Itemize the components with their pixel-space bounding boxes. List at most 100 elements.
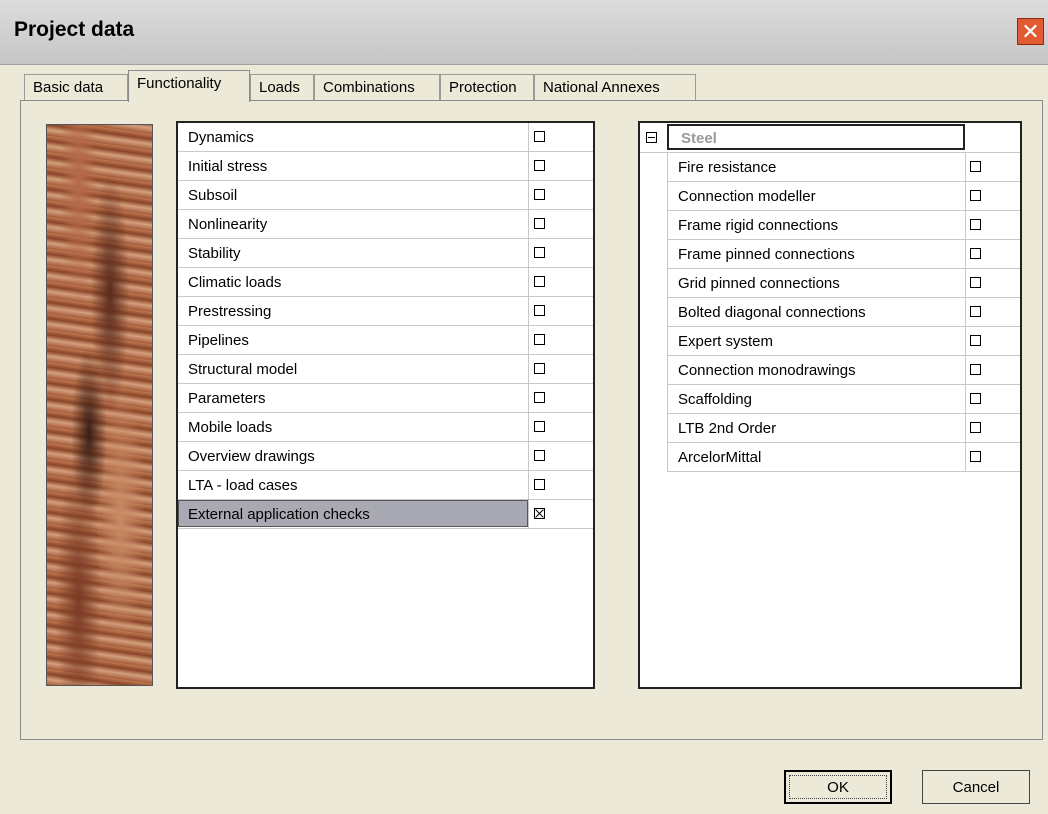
- function-checkbox[interactable]: [534, 334, 545, 345]
- function-label: Nonlinearity: [188, 216, 268, 233]
- tab-national-annexes[interactable]: National Annexes: [534, 74, 696, 100]
- steel-item-checkbox[interactable]: [970, 248, 981, 259]
- steel-item-label: Bolted diagonal connections: [678, 304, 866, 321]
- function-label: Overview drawings: [188, 448, 315, 465]
- steel-item-label: Frame pinned connections: [678, 246, 855, 263]
- steel-item-label: Scaffolding: [678, 391, 752, 408]
- function-label: Prestressing: [188, 303, 272, 320]
- steel-item-label: Grid pinned connections: [678, 275, 840, 292]
- tab-label: Combinations: [323, 79, 415, 96]
- function-checkbox[interactable]: [534, 218, 545, 229]
- tab-functionality[interactable]: Functionality: [128, 70, 250, 102]
- function-label: Parameters: [188, 390, 266, 407]
- close-icon: ✕: [1021, 18, 1040, 44]
- steel-item-row[interactable]: Bolted diagonal connections: [667, 298, 1020, 327]
- function-checkbox[interactable]: [534, 421, 545, 432]
- steel-item-checkbox[interactable]: [970, 393, 981, 404]
- steel-item-label: Expert system: [678, 333, 774, 350]
- dialog-title: Project data: [14, 18, 135, 41]
- steel-item-checkbox[interactable]: [970, 422, 981, 433]
- steel-item-label: LTB 2nd Order: [678, 420, 777, 437]
- steel-item-row[interactable]: Connection modeller: [667, 182, 1020, 211]
- function-label: Structural model: [188, 361, 298, 378]
- function-label: Subsoil: [188, 187, 238, 204]
- function-checkbox[interactable]: [534, 508, 545, 519]
- steel-item-checkbox[interactable]: [970, 306, 981, 317]
- steel-item-checkbox[interactable]: [970, 364, 981, 375]
- function-label: Dynamics: [188, 129, 254, 146]
- project-data-dialog: Project data ✕ Basic data Functionality Lo…: [0, 0, 1048, 814]
- steel-group-label: Steel: [681, 130, 717, 147]
- close-button[interactable]: ✕: [1017, 18, 1044, 45]
- tab-protection[interactable]: Protection: [440, 74, 534, 100]
- steel-item-label: Connection modeller: [678, 188, 816, 205]
- tab-label: Functionality: [137, 75, 222, 92]
- steel-item-checkbox[interactable]: [970, 219, 981, 230]
- steel-item-label: ArcelorMittal: [678, 449, 762, 466]
- tab-combinations[interactable]: Combinations: [314, 74, 440, 100]
- steel-item-row[interactable]: Fire resistance: [667, 153, 1020, 182]
- function-row[interactable]: Initial stress: [178, 152, 593, 181]
- function-row[interactable]: Parameters: [178, 384, 593, 413]
- tab-label: Protection: [449, 79, 517, 96]
- function-row[interactable]: LTA - load cases: [178, 471, 593, 500]
- functionality-list: Dynamics Initial stress Subsoil Nonlinearit…: [176, 121, 595, 689]
- function-row[interactable]: External application checks: [178, 500, 593, 529]
- function-checkbox[interactable]: [534, 450, 545, 461]
- steel-item-row[interactable]: Expert system: [667, 327, 1020, 356]
- tab-label: National Annexes: [543, 79, 660, 96]
- steel-item-row[interactable]: Scaffolding: [667, 385, 1020, 414]
- function-row[interactable]: Overview drawings: [178, 442, 593, 471]
- function-label: Climatic loads: [188, 274, 282, 291]
- steel-item-row[interactable]: Grid pinned connections: [667, 269, 1020, 298]
- steel-item-row[interactable]: Frame rigid connections: [667, 211, 1020, 240]
- tab-label: Basic data: [33, 79, 104, 96]
- function-row[interactable]: Pipelines: [178, 326, 593, 355]
- cancel-button[interactable]: Cancel: [922, 770, 1030, 804]
- steel-item-checkbox[interactable]: [970, 451, 981, 462]
- steel-item-row[interactable]: LTB 2nd Order: [667, 414, 1020, 443]
- title-bar: Project data ✕: [0, 0, 1048, 65]
- ok-button-label: OK: [827, 778, 849, 796]
- function-row[interactable]: Nonlinearity: [178, 210, 593, 239]
- function-checkbox[interactable]: [534, 363, 545, 374]
- function-label: External application checks: [188, 506, 370, 523]
- steel-group-box[interactable]: Steel: [667, 124, 965, 150]
- function-checkbox[interactable]: [534, 276, 545, 287]
- function-checkbox[interactable]: [534, 160, 545, 171]
- function-row[interactable]: Stability: [178, 239, 593, 268]
- cancel-button-label: Cancel: [952, 778, 1000, 796]
- function-checkbox[interactable]: [534, 305, 545, 316]
- function-checkbox[interactable]: [534, 479, 545, 490]
- steel-item-checkbox[interactable]: [970, 161, 981, 172]
- tab-basic-data[interactable]: Basic data: [24, 74, 128, 100]
- function-label: LTA - load cases: [188, 477, 298, 494]
- collapse-icon[interactable]: [646, 132, 657, 143]
- function-row[interactable]: Subsoil: [178, 181, 593, 210]
- steel-item-label: Fire resistance: [678, 159, 777, 176]
- function-checkbox[interactable]: [534, 131, 545, 142]
- function-row[interactable]: Climatic loads: [178, 268, 593, 297]
- decorative-texture-image: [46, 124, 153, 686]
- steel-item-checkbox[interactable]: [970, 190, 981, 201]
- steel-item-label: Connection monodrawings: [678, 362, 856, 379]
- function-checkbox[interactable]: [534, 392, 545, 403]
- steel-item-checkbox[interactable]: [970, 335, 981, 346]
- function-checkbox[interactable]: [534, 247, 545, 258]
- steel-item-row[interactable]: Connection monodrawings: [667, 356, 1020, 385]
- function-label: Stability: [188, 245, 241, 262]
- function-label: Mobile loads: [188, 419, 273, 436]
- function-row[interactable]: Dynamics: [178, 123, 593, 152]
- steel-functions-list: Steel Fire resistance Connection modeller…: [638, 121, 1022, 689]
- function-row[interactable]: Structural model: [178, 355, 593, 384]
- steel-group-header: Steel: [640, 123, 1020, 153]
- ok-button[interactable]: OK: [784, 770, 892, 804]
- function-row[interactable]: Prestressing: [178, 297, 593, 326]
- steel-item-row[interactable]: ArcelorMittal: [667, 443, 1020, 472]
- tab-loads[interactable]: Loads: [250, 74, 314, 100]
- function-label: Pipelines: [188, 332, 249, 349]
- function-checkbox[interactable]: [534, 189, 545, 200]
- function-row[interactable]: Mobile loads: [178, 413, 593, 442]
- steel-item-checkbox[interactable]: [970, 277, 981, 288]
- steel-item-row[interactable]: Frame pinned connections: [667, 240, 1020, 269]
